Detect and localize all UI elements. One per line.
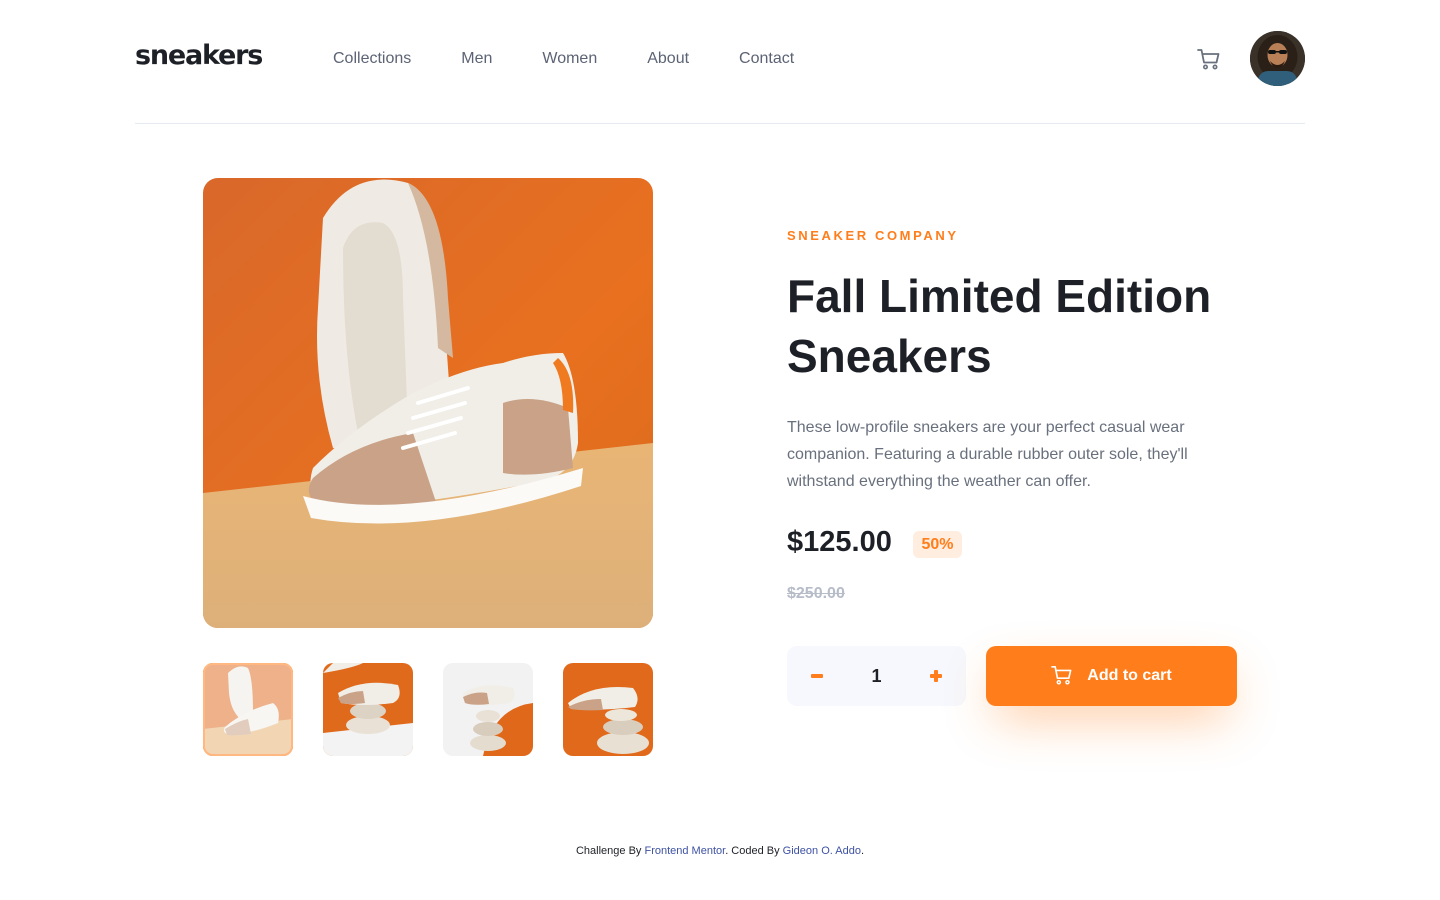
product-main-image[interactable] (203, 178, 653, 628)
product-title-line2: Sneakers (787, 330, 992, 382)
nav-collections[interactable]: Collections (333, 49, 411, 69)
plus-icon[interactable] (906, 646, 966, 706)
thumbnail-3[interactable] (443, 663, 533, 756)
product-description: These low-profile sneakers are your perf… (787, 419, 1188, 490)
nav-contact[interactable]: Contact (739, 49, 794, 69)
nav-about[interactable]: About (647, 49, 689, 69)
add-to-cart-label: Add to cart (1087, 667, 1172, 684)
attribution-footer: Challenge By Frontend Mentor. Coded By G… (0, 845, 1440, 857)
thumbnail-row (203, 663, 653, 756)
quantity-value: 1 (871, 666, 882, 686)
discount-badge: 50% (913, 531, 962, 558)
frontend-mentor-link[interactable]: Frontend Mentor (644, 845, 725, 857)
site-header: sneakers Collections Men Women About Con… (135, 0, 1305, 124)
main-nav: Collections Men Women About Contact (333, 49, 844, 69)
user-avatar[interactable] (1250, 31, 1305, 86)
product-title: Fall Limited Edition Sneakers (787, 266, 1257, 386)
quantity-stepper: 1 (787, 646, 966, 706)
footer-prefix: Challenge By (575, 845, 642, 857)
original-price: $250.00 (787, 585, 845, 602)
minus-icon[interactable] (787, 646, 847, 706)
nav-men[interactable]: Men (461, 49, 492, 69)
thumbnail-2[interactable] (323, 663, 413, 756)
thumbnail-1[interactable] (203, 663, 293, 756)
cart-icon[interactable] (1197, 48, 1221, 70)
current-price: $125.00 (787, 526, 892, 558)
company-label: SNEAKER COMPANY (787, 228, 959, 243)
nav-women[interactable]: Women (542, 49, 597, 69)
logo[interactable]: sneakers (135, 40, 263, 71)
footer-suffix: . (860, 845, 865, 857)
author-link[interactable]: Gideon O. Addo (783, 845, 861, 857)
product-title-line1: Fall Limited Edition (787, 270, 1212, 322)
cart-icon (1051, 665, 1073, 688)
add-to-cart-button[interactable]: Add to cart (986, 646, 1237, 706)
footer-middle: . Coded By (725, 845, 780, 857)
thumbnail-4[interactable] (563, 663, 653, 756)
